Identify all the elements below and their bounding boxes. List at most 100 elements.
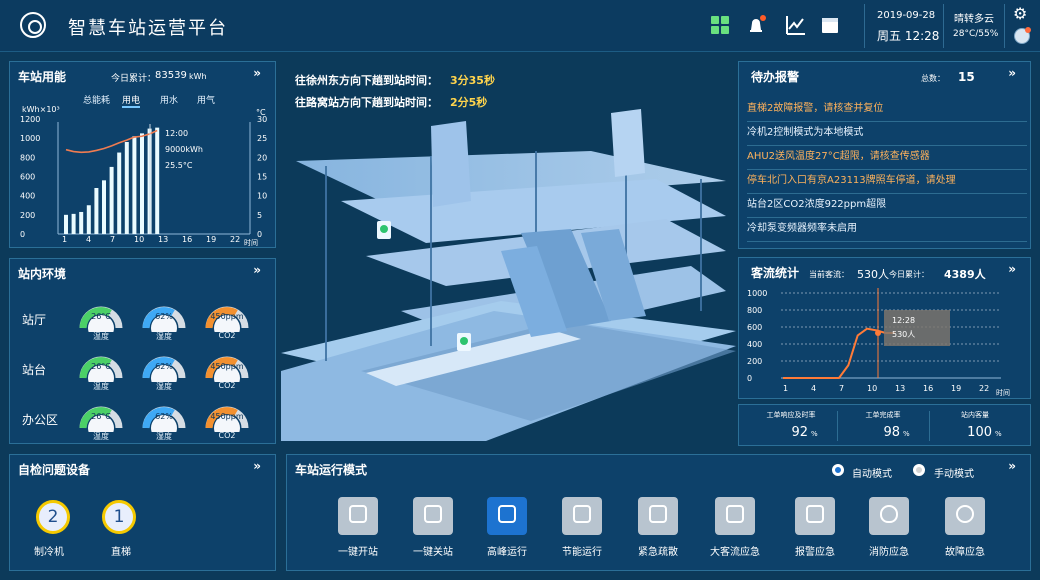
environment-panel: 站内环境 » 站厅 26°C温度 62%湿度 450ppmCO2站台 2 (9, 258, 276, 444)
mode-button[interactable] (869, 497, 909, 535)
kpi-label: 站内客量 (961, 411, 989, 419)
mode-button-label: 故障应急 (945, 547, 985, 558)
mode-button-label: 一键开站 (338, 547, 378, 558)
co2-value: 450ppm (210, 312, 244, 321)
grid-icon[interactable] (709, 14, 731, 36)
energy-x-tick: 16 (182, 235, 192, 244)
co2-label: CO2 (218, 431, 236, 440)
leaf-icon (573, 505, 591, 523)
energy-y2-tick: 20 (257, 153, 267, 162)
mode-button-label: 高峰运行 (487, 547, 527, 558)
kpi-unit: % (811, 430, 818, 438)
gear-icon[interactable]: ⚙ (1013, 4, 1027, 23)
mode-button[interactable] (945, 497, 985, 535)
mode-button[interactable] (338, 497, 378, 535)
energy-x-tick: 1 (62, 235, 67, 244)
passenger-x-tick: 7 (839, 384, 844, 393)
elevator-count-badge[interactable]: 1 (102, 500, 136, 534)
humidity-gauge: 62% 湿度 (142, 402, 186, 441)
calendar-icon[interactable] (819, 14, 841, 36)
co2-label: CO2 (218, 331, 236, 340)
alarm-item[interactable]: AHU2送风温度27°C超限，请核查传感器 (747, 146, 1027, 170)
humidity-gauge: 62% 湿度 (142, 352, 186, 391)
temp-label: 温度 (93, 432, 109, 441)
mode-button[interactable] (487, 497, 527, 535)
temp-label: 温度 (93, 332, 109, 341)
energy-y-tick: 600 (20, 173, 35, 182)
alarm-item[interactable]: 停车北门入口有京A23113牌照车停道，请处理 (747, 170, 1027, 194)
temperature-text: 28°C/55% (953, 29, 999, 39)
pulse-icon (349, 505, 367, 523)
passenger-y-tick: 200 (747, 357, 762, 366)
mode-button[interactable] (715, 497, 755, 535)
energy-x-tick: 13 (158, 235, 168, 244)
energy-y2-tick: 15 (257, 173, 267, 182)
humidity-label: 湿度 (156, 432, 172, 441)
humidity-label: 湿度 (156, 332, 172, 341)
energy-bar (102, 180, 106, 234)
passenger-x-tick: 10 (867, 384, 877, 393)
alarm-bell-icon[interactable] (745, 14, 767, 36)
station-3d-view: 往徐州东方向下趟到站时间： 3分35秒 往路窝站方向下趟到站时间： 2分5秒 (281, 61, 736, 441)
mode-button[interactable] (638, 497, 678, 535)
mode-button[interactable] (795, 497, 835, 535)
kpi-unit: % (995, 430, 1002, 438)
alarm-item[interactable]: 冷却泵变频器频率未启用 (747, 218, 1027, 242)
crowd-icon (649, 505, 667, 523)
expand-more-icon[interactable]: » (253, 263, 261, 277)
passenger-y-tick: 400 (747, 340, 762, 349)
kpi-divider (837, 411, 838, 441)
chiller-count-badge[interactable]: 2 (36, 500, 70, 534)
energy-bar (155, 127, 160, 234)
passenger-x-tick: 1 (783, 384, 788, 393)
passenger-x-tick: 19 (951, 384, 961, 393)
energy-bar (94, 188, 99, 234)
alarm-total-label: 总数： (921, 74, 945, 83)
info-icon (806, 505, 824, 523)
green-marker[interactable] (457, 333, 471, 351)
manual-mode-radio[interactable] (913, 464, 925, 476)
passenger-y-tick: 1000 (747, 289, 767, 298)
energy-y-tick: 800 (20, 153, 35, 162)
passenger-y-tick: 0 (747, 374, 752, 383)
alarm-item[interactable]: 站台2区CO2浓度922ppm超限 (747, 194, 1027, 218)
logo (20, 12, 46, 38)
alarm-panel: 待办报警 总数： 15 » 直梯2故障报警，请核查并复位 冷机2控制模式为本地模式… (738, 61, 1031, 249)
chart-icon[interactable] (785, 14, 807, 36)
energy-x-tick: 4 (86, 235, 91, 244)
temp-label: 温度 (93, 382, 109, 391)
co2-value: 450ppm (210, 412, 244, 421)
kpi-unit: % (903, 430, 910, 438)
kpi-label: 工单完成率 (865, 411, 901, 419)
expand-more-icon[interactable]: » (1008, 459, 1016, 473)
alarm-item[interactable]: 直梯2故障报警，请核查并复位 (747, 98, 1027, 122)
auto-mode-radio[interactable] (832, 464, 844, 476)
passenger-tooltip-text: 530人 (892, 330, 915, 339)
energy-x-tick: 19 (206, 235, 216, 244)
energy-bar (109, 166, 114, 234)
green-marker[interactable] (377, 221, 391, 239)
co2-gauge: 450ppm CO2 (205, 302, 249, 341)
mode-button[interactable] (413, 497, 453, 535)
energy-y-tick: 1200 (20, 115, 40, 124)
alarm-item[interactable]: 冷机2控制模式为本地模式 (747, 122, 1027, 146)
passenger-x-label: 时间 (996, 388, 1010, 397)
station-building-illustration (281, 109, 736, 441)
expand-more-icon[interactable]: » (1008, 66, 1016, 80)
energy-x-tick: 7 (110, 235, 115, 244)
mode-button[interactable] (562, 497, 602, 535)
app-title: 智慧车站运营平台 (68, 18, 228, 39)
expand-more-icon[interactable]: » (253, 459, 261, 473)
humidity-value: 62% (155, 362, 173, 371)
co2-gauge: 450ppm CO2 (205, 352, 249, 391)
environment-area-label: 站厅 (22, 313, 47, 327)
weather-text: 晴转多云 (954, 14, 994, 25)
kpi-panel: 工单响应及时率 92% 工单完成率 98% 站内客量 100% (738, 404, 1031, 446)
co2-gauge: 450ppm CO2 (205, 402, 249, 441)
avatar[interactable] (1014, 27, 1031, 44)
mode-button-label: 消防应急 (869, 547, 909, 558)
kpi-value: 100 (967, 425, 992, 440)
energy-panel: 车站用能 今日累计： 83539 kWh » 总能耗 用电 用水 用气 0 200… (9, 61, 276, 248)
temp-gauge: 26°C 温度 (79, 302, 123, 341)
passenger-chart: 0 200 400 600 800 1000 1 4 7 10 13 16 19 22 时间 12:28 530… (747, 288, 1010, 397)
